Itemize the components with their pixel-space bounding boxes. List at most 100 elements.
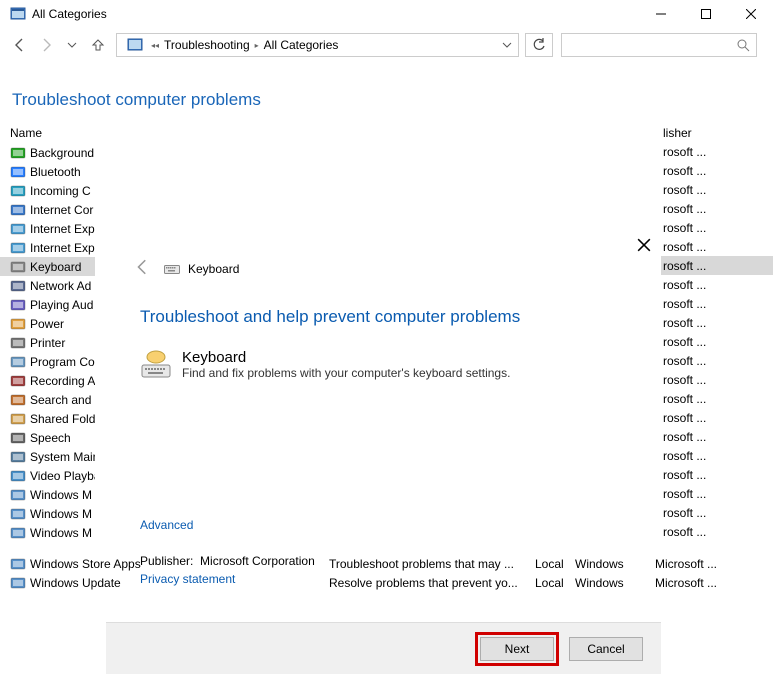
publisher-cell: rosoft ... bbox=[655, 351, 773, 370]
item-icon bbox=[10, 259, 26, 275]
recent-dropdown[interactable] bbox=[60, 33, 84, 57]
title-bar: All Categories bbox=[0, 0, 773, 28]
item-icon bbox=[10, 145, 26, 161]
item-icon bbox=[10, 316, 26, 332]
next-button-highlight: Next bbox=[475, 632, 559, 666]
item-label: Printer bbox=[30, 336, 65, 350]
publisher-cell: rosoft ... bbox=[655, 313, 773, 332]
item-icon bbox=[10, 373, 26, 389]
item-location: Local bbox=[535, 576, 575, 590]
address-dropdown[interactable] bbox=[502, 39, 512, 53]
list-item[interactable]: Internet Exp bbox=[0, 219, 95, 238]
item-label: Internet Exp bbox=[30, 241, 95, 255]
item-label: Windows M bbox=[30, 507, 92, 521]
list-item[interactable]: Recording A bbox=[0, 371, 95, 390]
publisher-cell: rosoft ... bbox=[655, 389, 773, 408]
dialog-item-title: Keyboard bbox=[182, 349, 510, 366]
publisher-cell: rosoft ... bbox=[655, 370, 773, 389]
item-icon bbox=[10, 183, 26, 199]
publisher-cell: rosoft ... bbox=[655, 446, 773, 465]
item-location: Local bbox=[535, 557, 575, 571]
item-desc: Troubleshoot problems that may ... bbox=[329, 557, 535, 571]
dialog-close-button[interactable] bbox=[637, 238, 655, 256]
list-item[interactable]: Search and I bbox=[0, 390, 95, 409]
column-header-publisher[interactable]: lisher bbox=[655, 124, 773, 142]
maximize-button[interactable] bbox=[683, 0, 728, 28]
item-category: Windows bbox=[575, 576, 655, 590]
list-item[interactable]: Video Playba bbox=[0, 466, 95, 485]
item-label: Shared Folde bbox=[30, 412, 95, 426]
list-item[interactable]: Playing Aud bbox=[0, 295, 95, 314]
list-item[interactable]: Program Co bbox=[0, 352, 95, 371]
list-item[interactable]: Incoming C bbox=[0, 181, 95, 200]
list-item[interactable]: Windows UpdateResolve problems that prev… bbox=[9, 573, 765, 592]
list-item[interactable]: Background bbox=[0, 143, 95, 162]
item-icon bbox=[10, 449, 26, 465]
item-icon bbox=[10, 468, 26, 484]
list-item[interactable]: Internet Exp bbox=[0, 238, 95, 257]
keyboard-icon bbox=[164, 261, 180, 277]
advanced-link[interactable]: Advanced bbox=[106, 518, 193, 532]
item-icon bbox=[10, 354, 26, 370]
publisher-cell: rosoft ... bbox=[655, 294, 773, 313]
page-heading: Troubleshoot computer problems bbox=[0, 62, 773, 124]
item-label: Program Co bbox=[30, 355, 95, 369]
list-item[interactable]: Printer bbox=[0, 333, 95, 352]
forward-button[interactable] bbox=[34, 33, 58, 57]
item-icon bbox=[10, 278, 26, 294]
item-label: Playing Aud bbox=[30, 298, 93, 312]
list-item[interactable]: Power bbox=[0, 314, 95, 333]
publisher-cell: rosoft ... bbox=[655, 142, 773, 161]
close-button[interactable] bbox=[728, 0, 773, 28]
item-icon bbox=[10, 392, 26, 408]
item-icon bbox=[10, 164, 26, 180]
item-icon bbox=[10, 430, 26, 446]
item-label: Windows Store Apps bbox=[30, 557, 141, 571]
breadcrumb-leaf[interactable]: All Categories bbox=[261, 38, 342, 52]
publisher-cell: rosoft ... bbox=[655, 465, 773, 484]
publisher-cell: rosoft ... bbox=[655, 237, 773, 256]
up-button[interactable] bbox=[86, 33, 110, 57]
list-item[interactable]: Windows M bbox=[0, 485, 95, 504]
item-label: Windows Update bbox=[30, 576, 121, 590]
list-item[interactable]: Shared Folde bbox=[0, 409, 95, 428]
publisher-cell: rosoft ... bbox=[655, 503, 773, 522]
chevron-right-icon[interactable]: ▸ bbox=[253, 41, 261, 50]
list-item[interactable]: Bluetooth bbox=[0, 162, 95, 181]
publisher-cell: rosoft ... bbox=[655, 522, 773, 541]
minimize-button[interactable] bbox=[638, 0, 683, 28]
list-item[interactable]: Speech bbox=[0, 428, 95, 447]
list-item[interactable]: Internet Cor bbox=[0, 200, 95, 219]
search-input[interactable] bbox=[561, 33, 757, 57]
item-label: Search and I bbox=[30, 393, 95, 407]
toolbar: ◂◂ Troubleshooting ▸ All Categories bbox=[0, 28, 765, 62]
dialog-item-desc: Find and fix problems with your computer… bbox=[182, 366, 510, 380]
control-panel-icon bbox=[127, 37, 143, 53]
list-item[interactable]: Windows M bbox=[0, 523, 95, 542]
list-item[interactable]: System Main bbox=[0, 447, 95, 466]
address-bar[interactable]: ◂◂ Troubleshooting ▸ All Categories bbox=[116, 33, 519, 57]
publisher-cell: rosoft ... bbox=[655, 199, 773, 218]
item-label: Incoming C bbox=[30, 184, 91, 198]
list-item[interactable]: Network Ad bbox=[0, 276, 95, 295]
item-icon bbox=[10, 335, 26, 351]
next-button[interactable]: Next bbox=[480, 637, 554, 661]
refresh-button[interactable] bbox=[525, 33, 553, 57]
item-icon bbox=[10, 556, 26, 572]
item-icon bbox=[10, 506, 26, 522]
cancel-button[interactable]: Cancel bbox=[569, 637, 643, 661]
publisher-cell: rosoft ... bbox=[655, 427, 773, 446]
list-item[interactable]: Keyboard bbox=[0, 257, 95, 276]
item-icon bbox=[10, 221, 26, 237]
back-button[interactable] bbox=[8, 33, 32, 57]
list-item[interactable]: Windows M bbox=[0, 504, 95, 523]
breadcrumb-root[interactable]: Troubleshooting bbox=[161, 38, 253, 52]
list-item[interactable]: Windows Store Apps Troubleshoot problems … bbox=[9, 554, 765, 573]
dialog-back-button[interactable] bbox=[134, 258, 152, 279]
publisher-cell: rosoft ... bbox=[655, 408, 773, 427]
publisher-cell: rosoft ... bbox=[655, 180, 773, 199]
item-icon bbox=[10, 575, 26, 591]
item-category: Windows bbox=[575, 557, 655, 571]
item-label: Bluetooth bbox=[30, 165, 81, 179]
publisher-cell: rosoft ... bbox=[655, 332, 773, 351]
